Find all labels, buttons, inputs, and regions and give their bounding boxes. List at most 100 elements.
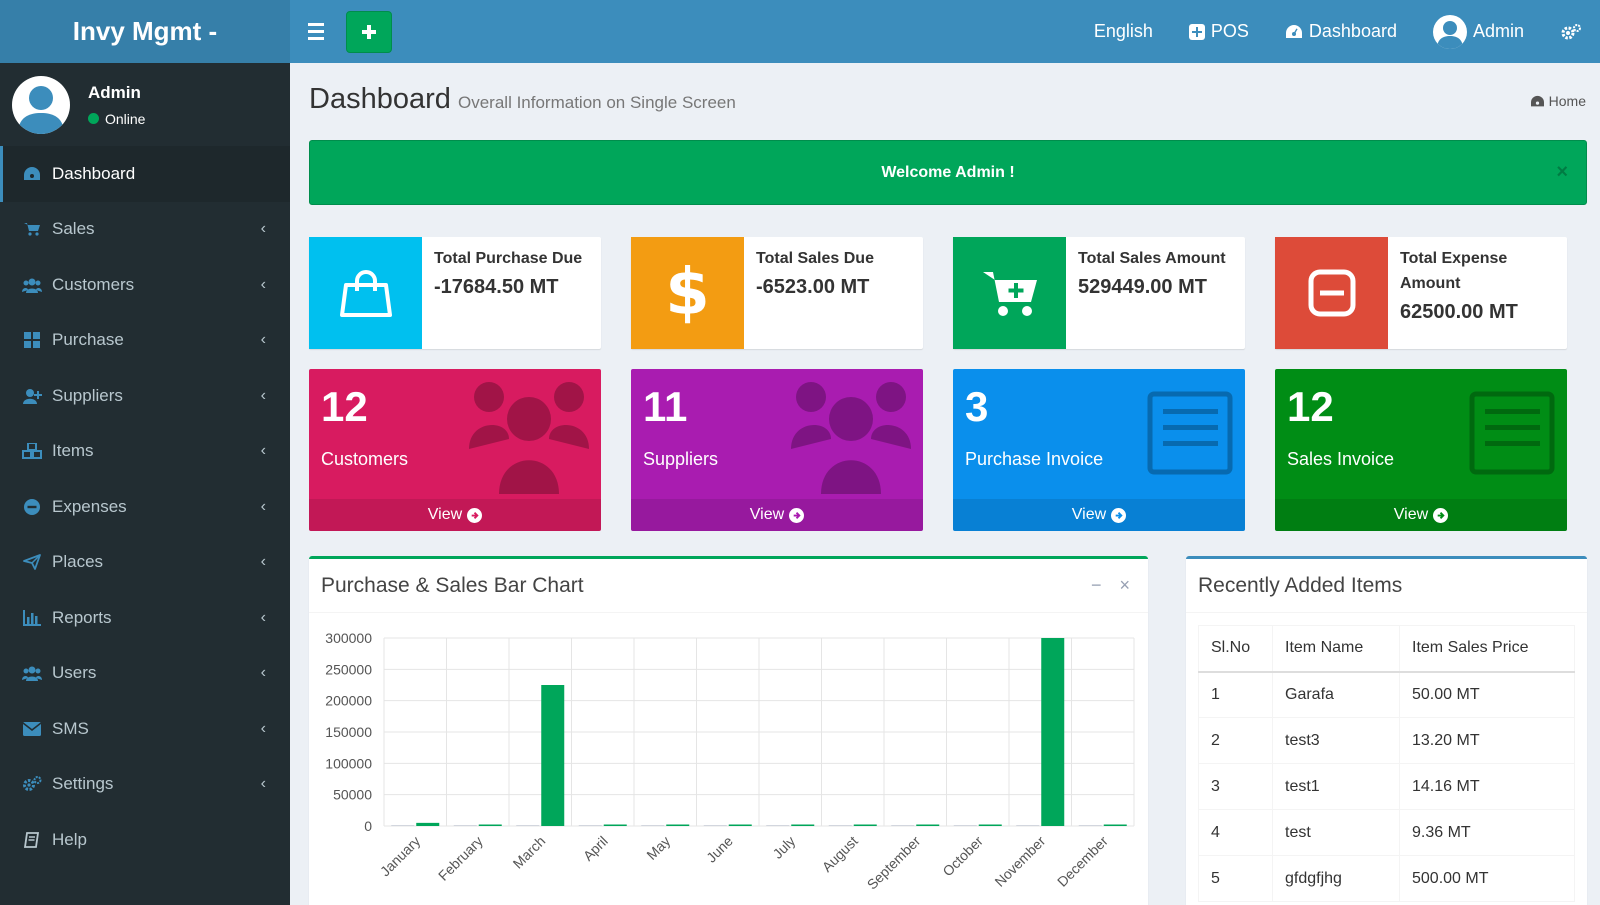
logo-text: Invy Mgmt - (72, 16, 218, 46)
chevron-left-icon: ‹ (260, 442, 266, 460)
top-navbar: English POS Dashboard Admin (290, 0, 1600, 63)
info-value: -17684.50 MT (434, 275, 559, 298)
sidebar-item-settings[interactable]: Settings ‹ (0, 757, 290, 813)
info-box-sales-amount: Total Sales Amount 529449.00 MT (953, 237, 1245, 349)
sidebar-item-label: Items (52, 441, 94, 461)
sidebar-item-label: Settings (52, 774, 114, 794)
sidebar-item-label: Help (52, 829, 87, 849)
dashboard-link[interactable]: Dashboard (1267, 0, 1415, 63)
sidebar: Admin Online Dashboard Sales ‹ Customers… (0, 63, 290, 905)
cogs-icon (1561, 23, 1581, 39)
chart-box: Purchase & Sales Bar Chart − × 0 50000 100… (309, 556, 1148, 905)
x-tick-label: January (377, 833, 424, 880)
recent-items-table: Sl.No Item Name Item Sales Price 1 Garaf… (1198, 625, 1575, 902)
chart-bar (703, 825, 727, 826)
chevron-left-icon: ‹ (260, 220, 266, 238)
sidebar-item-suppliers[interactable]: Suppliers ‹ (0, 368, 290, 424)
alert-close-button[interactable]: × (1556, 161, 1568, 184)
small-box-label: Sales Invoice (1287, 449, 1395, 469)
chart-box-header: Purchase & Sales Bar Chart − × (309, 559, 1148, 613)
recent-items-header: Recently Added Items (1186, 559, 1587, 613)
view-label: View (749, 506, 785, 523)
view-suppliers-link[interactable]: View (631, 499, 923, 531)
sidebar-item-sales[interactable]: Sales ‹ (0, 202, 290, 258)
view-label: View (1393, 506, 1429, 523)
breadcrumb[interactable]: Home (1530, 93, 1586, 109)
welcome-alert: Welcome Admin ! × (309, 140, 1587, 205)
table-cell: test1 (1272, 763, 1400, 810)
page-title: Dashboard (309, 83, 451, 115)
sidebar-item-sms[interactable]: SMS ‹ (0, 701, 290, 757)
chevron-left-icon: ‹ (260, 497, 266, 515)
view-sales-invoice-link[interactable]: View (1275, 499, 1567, 531)
sidebar-item-customers[interactable]: Customers ‹ (0, 257, 290, 313)
sidebar-item-places[interactable]: Places ‹ (0, 535, 290, 591)
chart-bar (603, 824, 627, 826)
chevron-left-icon: ‹ (260, 331, 266, 349)
sidebar-item-users[interactable]: Users ‹ (0, 646, 290, 702)
table-cell: 14.16 MT (1399, 763, 1575, 810)
sidebar-item-purchase[interactable]: Purchase ‹ (0, 313, 290, 369)
x-tick-label: May (643, 833, 673, 863)
chart-bar (453, 825, 477, 826)
users-icon (22, 663, 42, 683)
chart-bar (953, 825, 977, 826)
breadcrumb-home: Home (1548, 93, 1586, 109)
info-label: Total Sales Amount (1078, 250, 1226, 267)
info-box-purchase-due: Total Purchase Due -17684.50 MT (309, 237, 601, 349)
sidebar-item-label: Users (52, 663, 97, 683)
user-menu[interactable]: Admin (1415, 0, 1542, 63)
sidebar-item-items[interactable]: Items ‹ (0, 424, 290, 480)
sidebar-item-expenses[interactable]: Expenses ‹ (0, 479, 290, 535)
minimize-button[interactable]: − (1091, 575, 1102, 596)
sidebar-toggle-button[interactable] (290, 0, 342, 63)
cart-plus-icon (953, 237, 1066, 349)
chart-bar (641, 825, 665, 826)
add-new-button[interactable] (346, 10, 392, 53)
dashboard-label: Dashboard (1308, 21, 1397, 41)
sidebar-item-reports[interactable]: Reports ‹ (0, 590, 290, 646)
y-tick-label: 200000 (325, 693, 372, 709)
chart-bar (978, 824, 1002, 826)
small-box-customers: 12 Customers View (309, 369, 601, 531)
small-box-count: 3 (965, 383, 989, 430)
settings-button[interactable] (1542, 0, 1600, 63)
shopping-bag-icon (309, 237, 422, 349)
x-tick-label: November (991, 833, 1048, 890)
view-customers-link[interactable]: View (309, 499, 601, 531)
arrow-circle-right-icon (467, 507, 483, 523)
info-label: Total Purchase Due (434, 250, 583, 267)
user-panel: Admin Online (0, 63, 290, 146)
x-tick-label: March (510, 833, 549, 872)
table-cell: 13.20 MT (1399, 717, 1575, 764)
sidebar-item-label: Suppliers (52, 385, 123, 405)
info-value: 529449.00 MT (1078, 275, 1207, 298)
view-purchase-invoice-link[interactable]: View (953, 499, 1245, 531)
chart-bar (1078, 825, 1102, 826)
arrow-circle-right-icon (789, 507, 805, 523)
chart-bar (578, 825, 602, 826)
sidebar-item-label: Customers (52, 274, 135, 294)
x-tick-label: April (580, 833, 611, 864)
chart-bar (916, 824, 940, 826)
app-logo[interactable]: Invy Mgmt - (0, 0, 290, 63)
table-row: 2 test3 13.20 MT (1198, 717, 1575, 764)
sidebar-item-help[interactable]: Help (0, 812, 290, 868)
table-row: 4 test 9.36 MT (1198, 809, 1575, 856)
sidebar-item-label: Places (52, 552, 104, 572)
sidebar-item-dashboard[interactable]: Dashboard (0, 146, 290, 202)
y-tick-label: 50000 (333, 787, 372, 803)
dashboard-icon (1285, 24, 1302, 38)
invoice-icon (1469, 391, 1555, 480)
info-box-sales-due: $ Total Sales Due -6523.00 MT (631, 237, 923, 349)
pos-link[interactable]: POS (1171, 0, 1267, 63)
dollar-icon: $ (631, 237, 744, 349)
cart-icon (22, 219, 42, 239)
small-box-count: 12 (1287, 383, 1334, 430)
chart-bar (1016, 825, 1040, 826)
language-selector[interactable]: English (1076, 0, 1171, 63)
info-label: Total Expense Amount (1400, 250, 1508, 292)
user-plus-icon (22, 386, 42, 406)
close-button[interactable]: × (1119, 575, 1130, 596)
chevron-left-icon: ‹ (260, 608, 266, 626)
